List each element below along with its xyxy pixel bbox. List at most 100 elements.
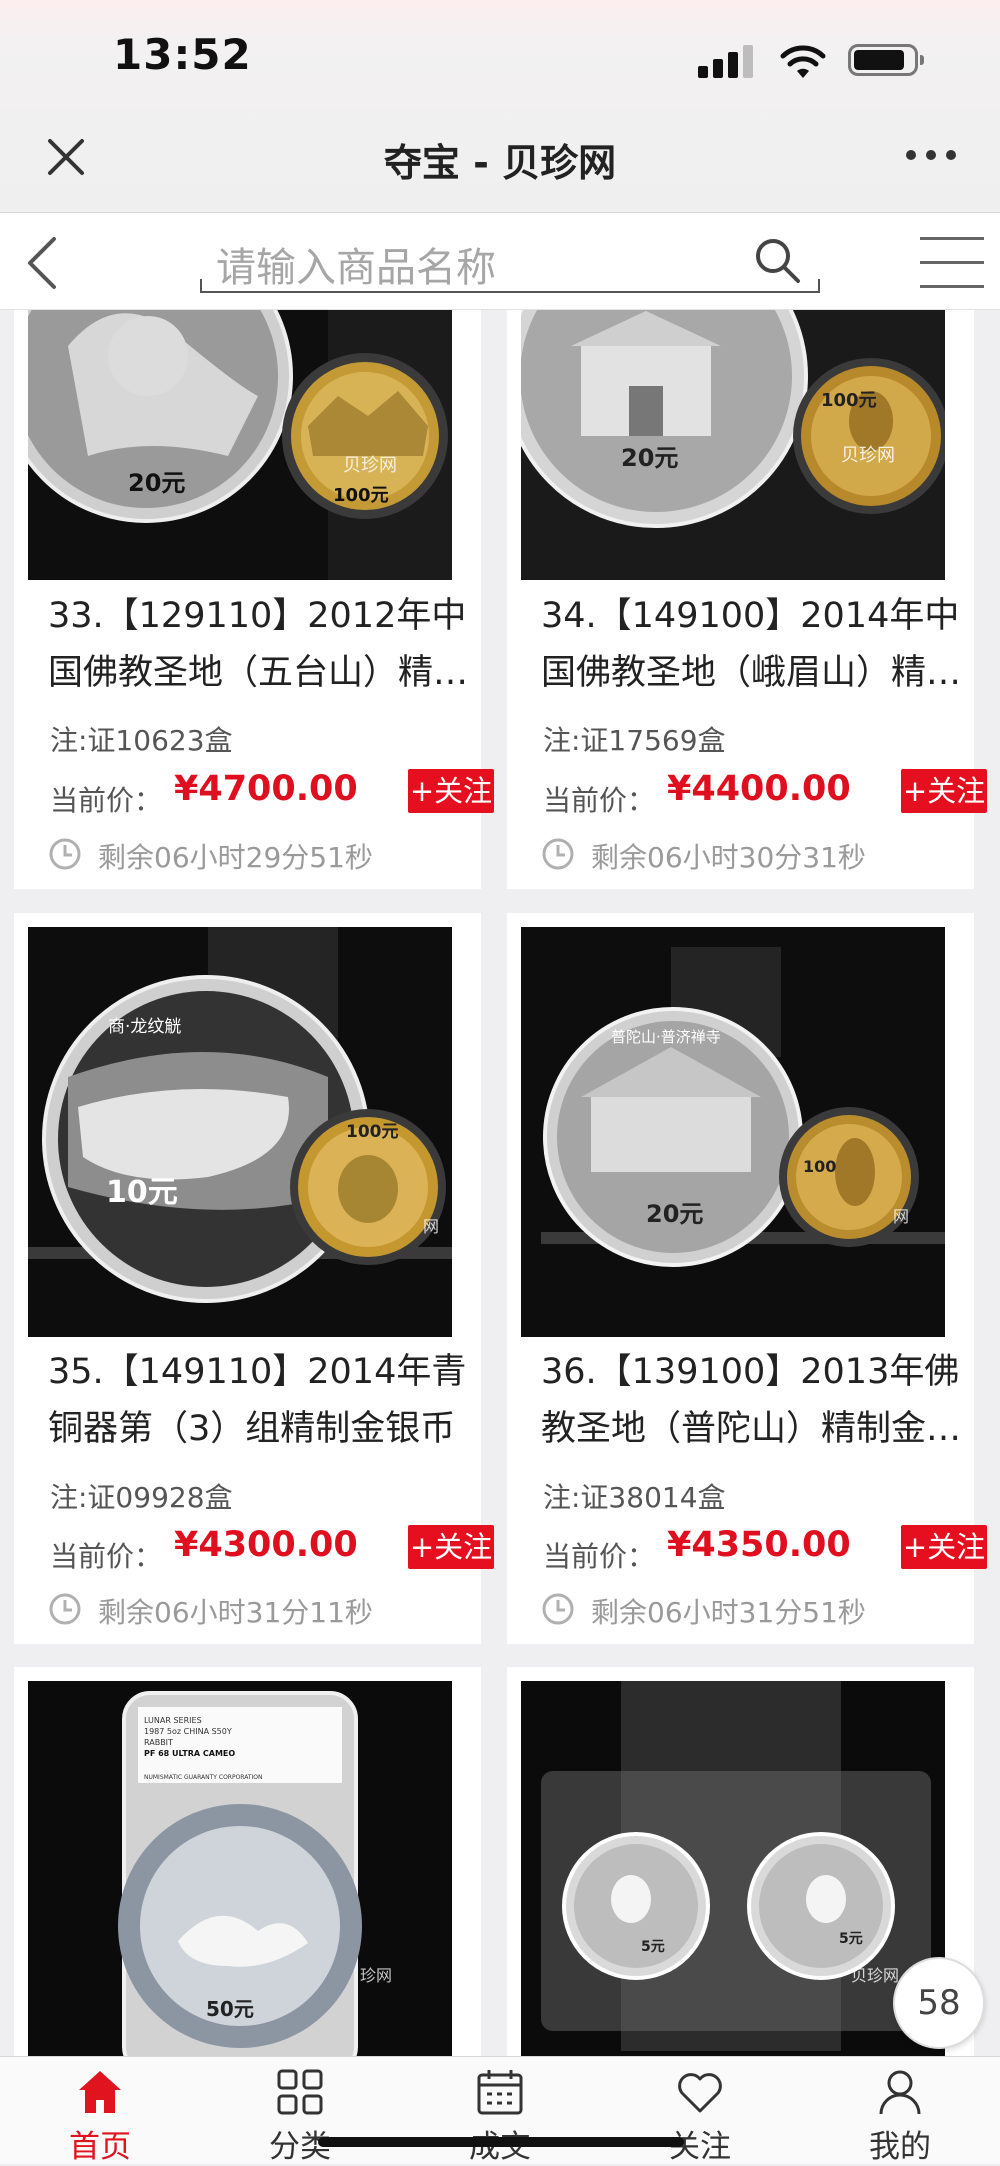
- coin-photo: LUNAR SERIES 1987 5oz CHINA S50Y RABBIT …: [28, 1681, 452, 2056]
- time-left: 剩余06小时31分51秒: [591, 1596, 866, 1629]
- product-name[interactable]: 33.【129110】2012年中国佛教圣地（五台山）精制金银币: [48, 588, 488, 702]
- product-image[interactable]: 商·龙纹觥 10元 100元 网: [28, 927, 452, 1337]
- price-label: 当前价：: [50, 784, 163, 817]
- price-label: 当前价：: [50, 1540, 163, 1573]
- clock-icon: [49, 1593, 81, 1625]
- home-indicator: [318, 2137, 684, 2147]
- page-count-badge[interactable]: 58: [893, 1957, 985, 2049]
- price-row: 当前价： ¥4350.00 +关注: [543, 1525, 987, 1575]
- product-image[interactable]: 5元 5元 贝珍网: [521, 1681, 945, 2056]
- product-image[interactable]: LUNAR SERIES 1987 5oz CHINA S50Y RABBIT …: [28, 1681, 452, 2056]
- coin-denomination: 50元: [206, 1997, 254, 2021]
- product-name[interactable]: 34.【149100】2014年中国佛教圣地（峨眉山）精制金银币: [541, 588, 981, 702]
- home-icon: [79, 2071, 121, 2113]
- tab-mine[interactable]: 我的: [800, 2057, 1000, 2165]
- product-cert: 注:证10623盒: [50, 724, 233, 757]
- watermark: 珍网: [360, 1966, 392, 1985]
- price-value: ¥4700.00: [174, 769, 358, 809]
- coin-denomination: 5元: [839, 1931, 863, 1947]
- search-icon[interactable]: [752, 235, 802, 285]
- countdown: 剩余06小时30分31秒: [541, 833, 961, 874]
- search-placeholder: 请输入商品名称: [216, 245, 496, 291]
- time-left: 剩余06小时29分51秒: [98, 841, 373, 874]
- watermark: 网: [893, 1207, 909, 1226]
- battery-icon: [848, 44, 924, 76]
- product-card[interactable]: LUNAR SERIES 1987 5oz CHINA S50Y RABBIT …: [14, 1667, 481, 2056]
- signal-icon: [698, 44, 758, 78]
- price-value: ¥4300.00: [174, 1525, 358, 1565]
- slab-label: LUNAR SERIES: [144, 1716, 202, 1725]
- coin-denomination: 10元: [106, 1175, 178, 1210]
- tab-category[interactable]: 分类: [200, 2057, 400, 2165]
- countdown: 剩余06小时31分51秒: [541, 1588, 961, 1629]
- price-row: 当前价： ¥4300.00 +关注: [50, 1525, 494, 1575]
- product-card[interactable]: 20元 100元 贝珍网 34.【149100】2014年中国佛教圣地（峨眉山）…: [507, 310, 987, 889]
- clock-icon: [542, 838, 574, 870]
- product-image[interactable]: 20元 100元 贝珍网: [521, 310, 945, 580]
- product-card[interactable]: 20元 100元 贝珍网 33.【129110】2012年中国佛教圣地（五台山）…: [14, 310, 494, 889]
- coin-denomination: 100元: [333, 485, 389, 506]
- more-icon[interactable]: [906, 150, 956, 164]
- follow-button[interactable]: +关注: [901, 769, 987, 813]
- status-icons: [698, 40, 928, 80]
- bottom-tabbar: 首页 分类 成交 关注 我的: [0, 2056, 1000, 2165]
- follow-button[interactable]: +关注: [901, 1525, 987, 1569]
- price-row: 当前价： ¥4400.00 +关注: [543, 769, 987, 819]
- product-name[interactable]: 36.【139100】2013年佛教圣地（普陀山）精制金银币: [541, 1344, 981, 1458]
- time-left: 剩余06小时30分31秒: [591, 841, 866, 874]
- coin-denomination: 20元: [128, 469, 185, 497]
- price-value: ¥4350.00: [667, 1525, 851, 1565]
- product-cert: 注:证09928盒: [50, 1481, 233, 1514]
- search-input[interactable]: 请输入商品名称: [200, 227, 820, 293]
- page-title: 夺宝 - 贝珍网: [383, 141, 617, 185]
- tab-deals[interactable]: 成交: [400, 2057, 600, 2165]
- tab-follow[interactable]: 关注: [600, 2057, 800, 2165]
- slab-label: PF 68 ULTRA CAMEO: [144, 1749, 235, 1758]
- coin-denomination: 100: [803, 1157, 836, 1176]
- grid-icon: [277, 2069, 323, 2115]
- product-cert: 注:证17569盒: [543, 724, 726, 757]
- watermark: 贝珍网: [851, 1966, 899, 1985]
- tab-home[interactable]: 首页: [0, 2057, 200, 2165]
- product-card[interactable]: 商·龙纹觥 10元 100元 网 35.【149110】2014年青铜器第（3）…: [14, 913, 494, 1644]
- app-header: 13:52 夺宝 - 贝珍网: [0, 0, 1000, 213]
- coin-denomination: 5元: [641, 1939, 665, 1955]
- clock-icon: [542, 1593, 574, 1625]
- countdown: 剩余06小时31分11秒: [48, 1588, 468, 1629]
- watermark: 网: [423, 1217, 439, 1236]
- product-cert: 注:证38014盒: [543, 1481, 726, 1514]
- wifi-icon: [780, 45, 826, 78]
- coin-denomination: 100元: [346, 1122, 399, 1142]
- watermark: 贝珍网: [343, 455, 397, 476]
- price-value: ¥4400.00: [667, 769, 851, 809]
- user-icon: [879, 2070, 921, 2115]
- price-row: 当前价： ¥4700.00 +关注: [50, 769, 494, 819]
- tab-label: 首页: [69, 2129, 131, 2165]
- product-card[interactable]: 普陀山·普济禅寺 20元 100 网 36.【139100】2013年佛教圣地（…: [507, 913, 987, 1644]
- coin-photo: 普陀山·普济禅寺 20元 100 网: [521, 927, 945, 1337]
- follow-button[interactable]: +关注: [408, 1525, 494, 1569]
- product-image[interactable]: 普陀山·普济禅寺 20元 100 网: [521, 927, 945, 1337]
- coin-photo: 20元 100元 贝珍网: [28, 310, 452, 580]
- slab-label: RABBIT: [144, 1738, 173, 1747]
- price-label: 当前价：: [543, 784, 656, 817]
- slab-label: 1987 5oz CHINA S50Y: [144, 1727, 232, 1736]
- countdown: 剩余06小时29分51秒: [48, 833, 468, 874]
- product-name[interactable]: 35.【149110】2014年青铜器第（3）组精制金银币: [48, 1344, 488, 1458]
- search-bar: 请输入商品名称: [0, 213, 1000, 310]
- clock-icon: [49, 838, 81, 870]
- product-grid: 20元 100元 贝珍网 33.【129110】2012年中国佛教圣地（五台山）…: [0, 310, 1000, 2056]
- back-icon[interactable]: [20, 233, 64, 293]
- follow-button[interactable]: +关注: [408, 769, 494, 813]
- watermark: 贝珍网: [841, 445, 895, 466]
- coin-photo: 5元 5元 贝珍网: [521, 1681, 945, 2056]
- menu-icon[interactable]: [920, 237, 984, 288]
- coin-denomination: 20元: [621, 444, 678, 472]
- coin-caption: 普陀山·普济禅寺: [611, 1028, 721, 1046]
- product-image[interactable]: 20元 100元 贝珍网: [28, 310, 452, 580]
- coin-denomination: 20元: [646, 1200, 703, 1228]
- coin-photo: 商·龙纹觥 10元 100元 网: [28, 927, 452, 1337]
- slab-label: NUMISMATIC GUARANTY CORPORATION: [144, 1774, 263, 1781]
- time-left: 剩余06小时31分11秒: [98, 1596, 373, 1629]
- coin-photo: 20元 100元 贝珍网: [521, 310, 945, 580]
